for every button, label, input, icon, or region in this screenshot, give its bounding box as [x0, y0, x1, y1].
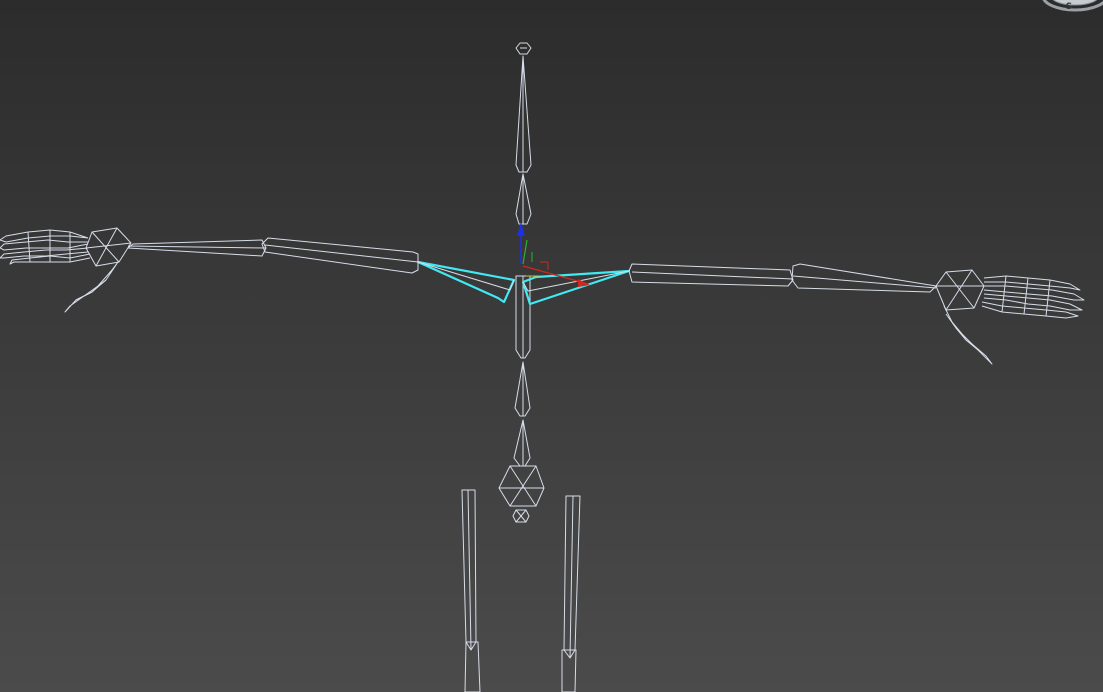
bone-head[interactable]	[515, 42, 532, 55]
bone-left-hand[interactable]	[85, 227, 132, 267]
gizmo-y-axis[interactable]	[522, 239, 528, 265]
bone-left-forearm[interactable]	[261, 237, 419, 274]
bone-left-clavicle-selected[interactable]	[416, 260, 516, 304]
transform-gizmo[interactable]	[517, 222, 590, 287]
bone-hip-link[interactable]	[513, 419, 531, 467]
bone-left-fingers[interactable]	[0, 229, 91, 265]
skeleton-wireframe[interactable]	[0, 0, 1103, 692]
bone-spine[interactable]	[515, 275, 531, 359]
viewcube-compass-label[interactable]: S	[1063, 2, 1075, 12]
bone-upper-spine[interactable]	[515, 173, 532, 225]
bone-right-thumb[interactable]	[943, 305, 993, 365]
bone-pelvis[interactable]	[498, 465, 545, 523]
bone-left-thigh[interactable]	[461, 489, 481, 692]
3d-viewport[interactable]: S	[0, 0, 1103, 692]
bone-left-upper-arm[interactable]	[127, 239, 267, 257]
bone-right-fingers[interactable]	[981, 275, 1085, 319]
bone-right-thigh[interactable]	[561, 495, 581, 692]
bone-lower-spine[interactable]	[514, 361, 531, 417]
bone-left-thumb[interactable]	[64, 261, 119, 313]
bone-neck[interactable]	[515, 55, 532, 173]
bone-right-forearm[interactable]	[791, 263, 937, 293]
bone-right-hand[interactable]	[935, 269, 985, 311]
bone-right-upper-arm[interactable]	[628, 263, 794, 287]
